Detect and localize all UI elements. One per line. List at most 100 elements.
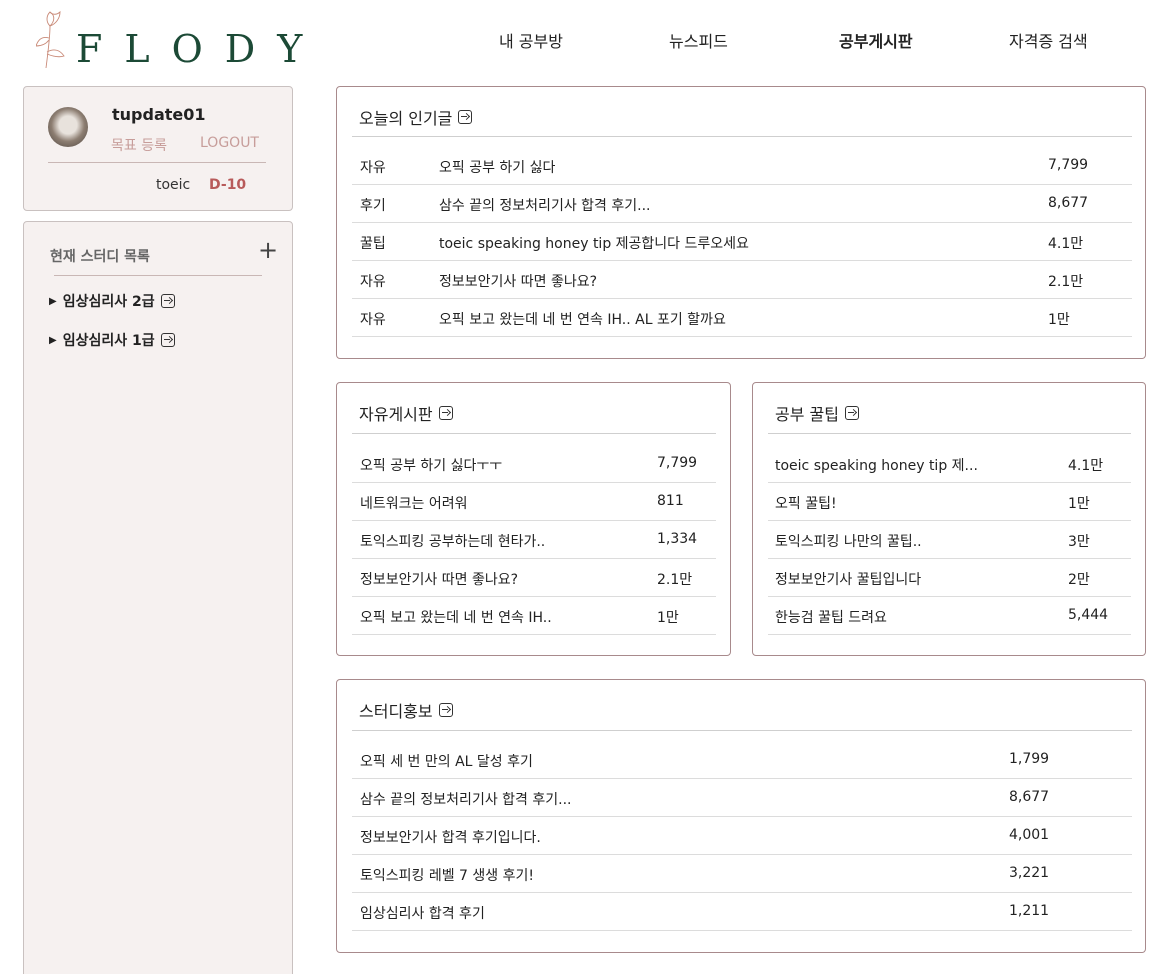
post-views: 1만	[1068, 496, 1090, 512]
main-nav: 내 공부방 뉴스피드 공부게시판 자격증 검색	[0, 28, 1173, 52]
table-row[interactable]: 토익스피킹 나만의 꿀팁.. 3만	[768, 521, 1131, 559]
logout-link[interactable]: LOGOUT	[200, 135, 259, 151]
table-row[interactable]: 후기 삼수 끝의 정보처리기사 합격 후기... 8,677	[352, 185, 1132, 223]
nav-my-study-room[interactable]: 내 공부방	[499, 28, 563, 52]
table-row[interactable]: 자유 정보보안기사 따면 좋나요? 2.1만	[352, 261, 1132, 299]
table-row[interactable]: 한능검 꿀팁 드려요 5,444	[768, 597, 1131, 635]
profile-divider	[48, 162, 266, 163]
goal-dday: D-10	[209, 177, 247, 193]
post-title[interactable]: 정보보안기사 따면 좋나요?	[439, 271, 597, 291]
table-row[interactable]: 정보보안기사 합격 후기입니다. 4,001	[352, 817, 1132, 855]
table-row[interactable]: 삼수 끝의 정보처리기사 합격 후기... 8,677	[352, 779, 1132, 817]
table-row[interactable]: 정보보안기사 따면 좋나요? 2.1만	[352, 559, 716, 597]
go-arrow-icon[interactable]	[160, 333, 175, 347]
table-row[interactable]: 자유 오픽 공부 하기 싫다 7,799	[352, 147, 1132, 185]
table-row[interactable]: 정보보안기사 꿀팁입니다 2만	[768, 559, 1131, 597]
post-title[interactable]: 오픽 공부 하기 싫다	[439, 157, 555, 177]
table-row[interactable]: 토익스피킹 공부하는데 현타가.. 1,334	[352, 521, 716, 559]
study-list-panel: 현재 스터디 목록 + ▶ 임상심리사 2급 ▶ 임상심리사 1급	[23, 221, 293, 974]
post-views: 1,334	[657, 531, 698, 547]
table-row[interactable]: 임상심리사 합격 후기 1,211	[352, 893, 1132, 931]
table-row[interactable]: 네트워크는 어려워 811	[352, 483, 716, 521]
post-title[interactable]: 정보보안기사 꿀팁입니다	[775, 569, 921, 589]
post-views: 3만	[1068, 534, 1090, 550]
post-category: 자유	[360, 160, 386, 176]
study-promo-title: 스터디홍보	[359, 702, 433, 721]
post-views: 4,001	[1009, 827, 1050, 843]
post-title[interactable]: 임상심리사 합격 후기	[360, 903, 485, 923]
study-list-title: 현재 스터디 목록	[50, 249, 150, 265]
post-views: 1만	[657, 610, 679, 626]
table-row[interactable]: toeic speaking honey tip 제... 4.1만	[768, 445, 1131, 483]
username: tupdate01	[112, 105, 206, 124]
post-category: 후기	[360, 198, 386, 214]
post-category: 자유	[360, 274, 386, 290]
popular-posts-board: 오늘의 인기글 자유 오픽 공부 하기 싫다 7,799 후기 삼수 끝의 정보…	[336, 86, 1146, 359]
post-title[interactable]: 오픽 보고 왔는데 네 번 연속 IH.. AL 포기 할까요	[439, 309, 726, 329]
study-promo-header[interactable]: 스터디홍보	[359, 698, 453, 722]
nav-newsfeed[interactable]: 뉴스피드	[669, 28, 728, 52]
post-title[interactable]: 삼수 끝의 정보처리기사 합격 후기...	[439, 195, 650, 215]
tips-board-header[interactable]: 공부 꿀팁	[775, 401, 859, 425]
post-title[interactable]: 오픽 공부 하기 싫다ㅜㅜ	[360, 455, 502, 475]
post-views: 2.1만	[1048, 274, 1084, 290]
profile-card: tupdate01 목표 등록 LOGOUT toeic D-10	[23, 86, 293, 211]
post-title[interactable]: 삼수 끝의 정보처리기사 합격 후기...	[360, 789, 571, 809]
study-item-label: 임상심리사 2급	[62, 294, 155, 310]
post-views: 4.1만	[1068, 458, 1104, 474]
study-divider	[54, 275, 262, 276]
nav-certificate-search[interactable]: 자격증 검색	[1009, 28, 1088, 52]
study-promo-board: 스터디홍보 오픽 세 번 만의 AL 달성 후기 1,799 삼수 끝의 정보처…	[336, 679, 1146, 953]
post-title[interactable]: 정보보안기사 따면 좋나요?	[360, 569, 518, 589]
table-row[interactable]: 오픽 공부 하기 싫다ㅜㅜ 7,799	[352, 445, 716, 483]
table-row[interactable]: 오픽 꿀팁! 1만	[768, 483, 1131, 521]
post-title[interactable]: toeic speaking honey tip 제...	[775, 455, 978, 475]
post-views: 1,799	[1009, 751, 1050, 767]
go-arrow-icon[interactable]	[160, 294, 175, 308]
nav-study-board[interactable]: 공부게시판	[839, 28, 913, 52]
table-row[interactable]: 꿀팁 toeic speaking honey tip 제공합니다 드루오세요 …	[352, 223, 1132, 261]
free-board: 자유게시판 오픽 공부 하기 싫다ㅜㅜ 7,799 네트워크는 어려워 811 …	[336, 382, 731, 656]
board-divider	[352, 433, 716, 434]
table-row[interactable]: 오픽 세 번 만의 AL 달성 후기 1,799	[352, 741, 1132, 779]
table-row[interactable]: 토익스피킹 레벨 7 생생 후기! 3,221	[352, 855, 1132, 893]
avatar[interactable]	[48, 107, 88, 147]
triangle-right-icon: ▶	[49, 295, 57, 307]
post-views: 8,677	[1009, 789, 1050, 805]
triangle-right-icon: ▶	[49, 334, 57, 346]
table-row[interactable]: 자유 오픽 보고 왔는데 네 번 연속 IH.. AL 포기 할까요 1만	[352, 299, 1132, 337]
popular-posts-title: 오늘의 인기글	[359, 109, 453, 128]
post-title[interactable]: 한능검 꿀팁 드려요	[775, 607, 887, 627]
post-title[interactable]: 네트워크는 어려워	[360, 493, 468, 513]
study-item-label: 임상심리사 1급	[62, 333, 155, 349]
free-board-title: 자유게시판	[359, 405, 433, 424]
study-item[interactable]: ▶ 임상심리사 1급	[49, 330, 175, 350]
post-category: 꿀팁	[360, 236, 386, 252]
table-row[interactable]: 오픽 보고 왔는데 네 번 연속 IH.. 1만	[352, 597, 716, 635]
post-title[interactable]: 정보보안기사 합격 후기입니다.	[360, 827, 541, 847]
post-title[interactable]: 토익스피킹 공부하는데 현타가..	[360, 531, 545, 551]
board-divider	[352, 136, 1132, 137]
go-arrow-icon[interactable]	[458, 110, 473, 124]
goal-register-link[interactable]: 목표 등록	[111, 135, 167, 155]
go-arrow-icon[interactable]	[438, 406, 453, 420]
go-arrow-icon[interactable]	[438, 703, 453, 717]
post-title[interactable]: 오픽 보고 왔는데 네 번 연속 IH..	[360, 607, 552, 627]
post-title[interactable]: 토익스피킹 나만의 꿀팁..	[775, 531, 922, 551]
post-views: 7,799	[657, 455, 698, 471]
popular-posts-header[interactable]: 오늘의 인기글	[359, 105, 473, 129]
study-item[interactable]: ▶ 임상심리사 2급	[49, 291, 175, 311]
post-title[interactable]: 오픽 꿀팁!	[775, 493, 837, 513]
post-title[interactable]: 오픽 세 번 만의 AL 달성 후기	[360, 751, 533, 771]
post-views: 3,221	[1009, 865, 1050, 881]
goal-name: toeic	[156, 177, 191, 193]
board-divider	[352, 730, 1132, 731]
post-views: 8,677	[1048, 195, 1089, 211]
post-title[interactable]: 토익스피킹 레벨 7 생생 후기!	[360, 865, 534, 885]
post-title[interactable]: toeic speaking honey tip 제공합니다 드루오세요	[439, 233, 749, 253]
post-views: 5,444	[1068, 607, 1109, 623]
free-board-header[interactable]: 자유게시판	[359, 401, 453, 425]
add-study-plus-icon[interactable]: +	[258, 238, 278, 262]
post-views: 7,799	[1048, 157, 1089, 173]
go-arrow-icon[interactable]	[844, 406, 859, 420]
